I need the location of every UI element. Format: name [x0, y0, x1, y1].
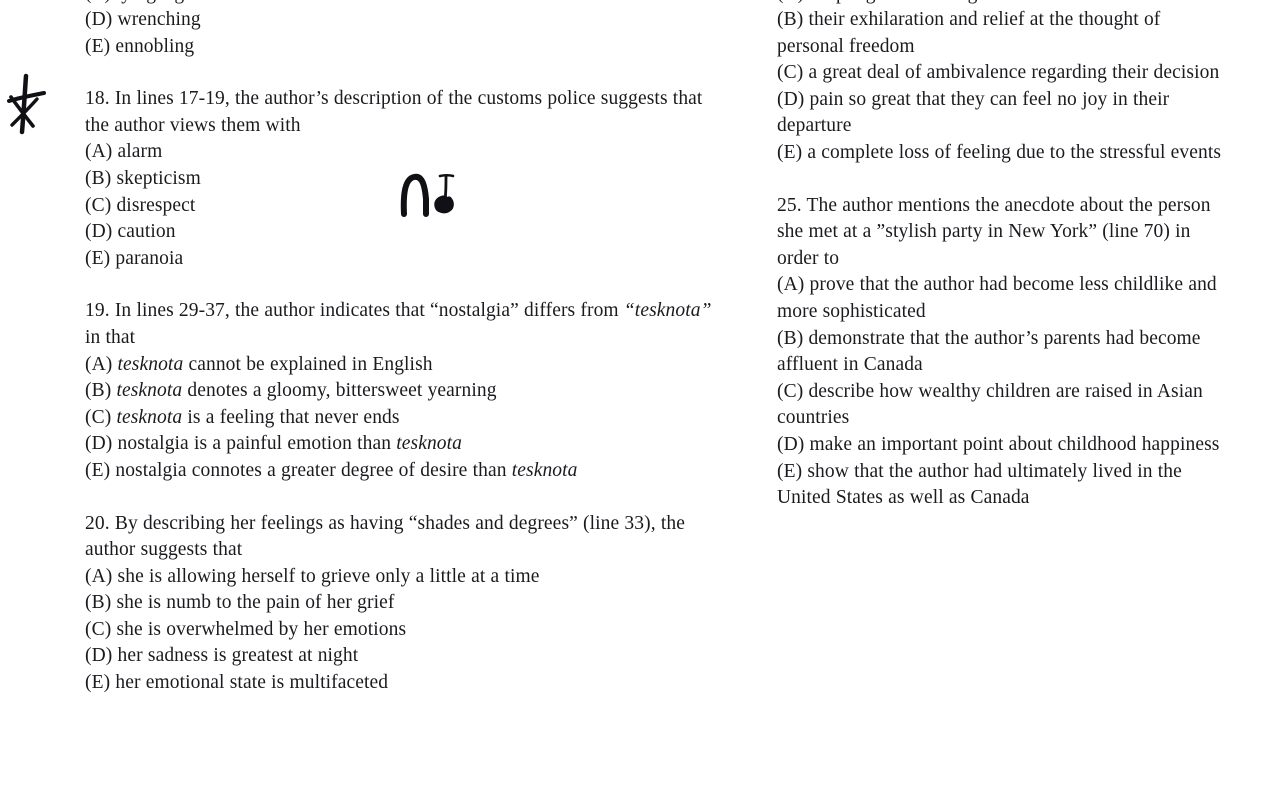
question-stem-line: in that [85, 326, 136, 348]
question-stem-line: the author views them with [85, 114, 301, 136]
choice-option[interactable]: (A) she is allowing herself to grieve on… [85, 564, 755, 591]
worksheet-page: (C) tying a glove (D) wrenching (E) enno… [0, 0, 1280, 800]
choice-option-wrap[interactable]: personal freedom [777, 34, 1257, 61]
choice-option[interactable]: (B) demonstrate that the author’s parent… [777, 326, 1257, 353]
choice-option[interactable]: (D) pain so great that they can feel no … [777, 87, 1257, 114]
choice-option[interactable]: (B) their exhilaration and relief at the… [777, 7, 1257, 34]
left-column: (C) tying a glove (D) wrenching (E) enno… [85, 0, 755, 697]
choice-option[interactable]: (E) her emotional state is multifaceted [85, 670, 755, 697]
question-25: 25. The author mentions the anecdote abo… [777, 193, 1257, 512]
italic-term: “tesknota” [623, 300, 712, 322]
italic-term: tesknota [117, 353, 184, 375]
choice-option-wrap[interactable]: affluent in Canada [777, 352, 1257, 379]
text-run: (C) [85, 406, 117, 428]
question-stem-line: 20. By describing her feelings as having… [85, 512, 685, 534]
text-run: (E) nostalgia connotes a greater degree … [85, 459, 512, 481]
handwritten-star-mark-icon [4, 73, 48, 136]
question-stem-line: she met at a ”stylish party in New York”… [777, 221, 1191, 243]
question-19: 19. In lines 29-37, the author indicates… [85, 298, 755, 484]
text-run: is a feeling that never ends [182, 406, 400, 428]
italic-term: tesknota [511, 459, 578, 481]
choice-option[interactable]: (A) tesknota cannot be explained in Engl… [85, 352, 755, 379]
choice-option-wrap[interactable]: countries [777, 405, 1257, 432]
choice-option[interactable]: (C) a great deal of ambivalence regardin… [777, 60, 1257, 87]
question-18: 18. In lines 17-19, the author’s descrip… [85, 86, 755, 272]
choice-option-wrap[interactable]: United States as well as Canada [777, 485, 1257, 512]
text-run: (A) [85, 353, 118, 375]
choice-option[interactable]: (A) alarm [85, 139, 755, 166]
text-run: denotes a gloomy, bittersweet yearning [182, 380, 497, 402]
choice-option[interactable]: (C) she is overwhelmed by her emotions [85, 617, 755, 644]
question-stem-line: 18. In lines 17-19, the author’s descrip… [85, 88, 703, 110]
choice-option[interactable]: (E) paranoia [85, 246, 755, 273]
question-17-choices-continuation: (D) wrenching (E) ennobling [85, 7, 755, 60]
choice-option[interactable]: (D) caution [85, 219, 755, 246]
choice-option[interactable]: (E) nostalgia connotes a greater degree … [85, 458, 755, 485]
cropped-top-line-right: (A) deep regret at leaving their homelan… [777, 0, 1257, 7]
question-24-choices-continuation: (B) their exhilaration and relief at the… [777, 7, 1257, 167]
choice-option[interactable]: (E) ennobling [85, 34, 755, 61]
text-run: (B) [85, 380, 117, 402]
choice-option-wrap[interactable]: departure [777, 113, 1257, 140]
choice-option[interactable]: (A) prove that the author had become les… [777, 272, 1257, 299]
right-column: (A) deep regret at leaving their homelan… [777, 0, 1257, 512]
choice-option[interactable]: (B) she is numb to the pain of her grief [85, 590, 755, 617]
text-run: cannot be explained in English [183, 353, 433, 375]
choice-option[interactable]: (C) disrespect [85, 193, 755, 220]
italic-term: tesknota [396, 433, 463, 455]
question-20: 20. By describing her feelings as having… [85, 511, 755, 697]
text-run: (D) nostalgia is a painful emotion than [85, 433, 397, 455]
choice-option[interactable]: (C) tesknota is a feeling that never end… [85, 405, 755, 432]
choice-option[interactable]: (B) tesknota denotes a gloomy, bitterswe… [85, 378, 755, 405]
choice-option-wrap[interactable]: more sophisticated [777, 299, 1257, 326]
choice-option[interactable]: (E) show that the author had ultimately … [777, 459, 1257, 486]
choice-option[interactable]: (D) wrenching [85, 7, 755, 34]
question-stem-line: order to [777, 247, 840, 269]
text-run: 19. In lines 29-37, the author indicates… [85, 300, 624, 322]
choice-option[interactable]: (B) skepticism [85, 166, 755, 193]
italic-term: tesknota [116, 406, 183, 428]
question-stem-line: author suggests that [85, 539, 243, 561]
cropped-top-line-left: (C) tying a glove [85, 0, 755, 7]
question-stem-line: 25. The author mentions the anecdote abo… [777, 194, 1211, 216]
choice-option[interactable]: (C) describe how wealthy children are ra… [777, 379, 1257, 406]
choice-option[interactable]: (D) make an important point about childh… [777, 432, 1257, 459]
choice-option[interactable]: (D) nostalgia is a painful emotion than … [85, 431, 755, 458]
question-stem-line: 19. In lines 29-37, the author indicates… [85, 298, 755, 325]
choice-option[interactable]: (E) a complete loss of feeling due to th… [777, 140, 1257, 167]
italic-term: tesknota [116, 380, 183, 402]
choice-option[interactable]: (D) her sadness is greatest at night [85, 643, 755, 670]
